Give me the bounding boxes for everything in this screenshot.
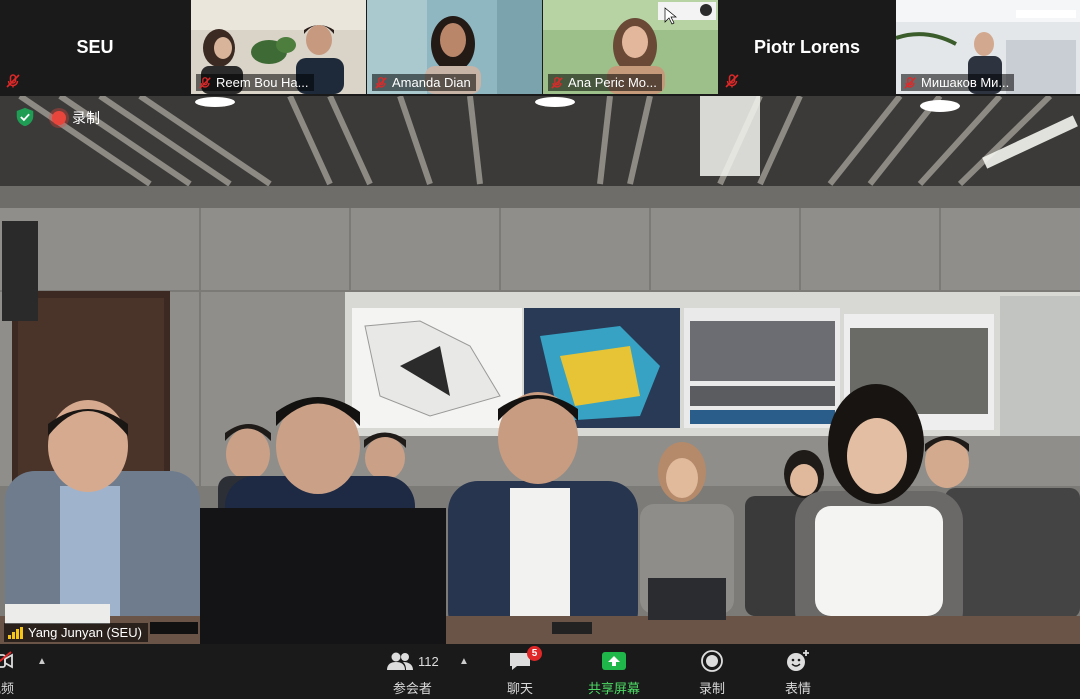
participant-name: SEU [76, 36, 114, 57]
participant-name: Piotr Lorens [753, 36, 860, 57]
record-icon [701, 650, 723, 672]
reactions-button[interactable]: 表情 [785, 648, 811, 697]
participant-name: Amanda Dian [392, 75, 471, 90]
conference-room-scene [0, 96, 1080, 644]
chat-button[interactable]: 5 聊天 [507, 646, 542, 697]
participant-tile-ana[interactable]: Ana Peric Mo... [543, 0, 718, 94]
recording-label: 录制 [72, 110, 100, 126]
signal-strength-icon [8, 626, 23, 639]
smiley-plus-icon [787, 650, 809, 671]
security-shield-icon[interactable] [14, 106, 36, 128]
participant-strip: SEU Reem Bou Ha... Amanda Dian Ana Peric… [0, 0, 1080, 96]
video-off-icon [0, 651, 13, 669]
participant-label: Мишаков Ми... [901, 74, 1015, 91]
chat-unread-badge: 5 [527, 646, 542, 661]
participants-count: 112 [418, 653, 439, 669]
participant-label: Ana Peric Mo... [548, 74, 662, 91]
participant-tile-amanda[interactable]: Amanda Dian [367, 0, 542, 94]
participant-name: Reem Bou Ha... [216, 75, 309, 90]
recording-dot-icon [52, 111, 66, 125]
participant-name: Ana Peric Mo... [568, 75, 657, 90]
mic-muted-icon [904, 76, 916, 89]
share-screen-button[interactable]: 共享屏幕 [588, 648, 640, 697]
mic-muted-icon [199, 76, 211, 89]
video-button[interactable]: 视频 [0, 648, 16, 697]
mic-muted-icon [6, 74, 20, 88]
recording-indicator: 录制 [52, 108, 100, 128]
participant-tile-seu[interactable]: SEU [0, 0, 190, 94]
active-speaker-name: Yang Junyan (SEU) [28, 625, 142, 640]
mic-muted-icon [375, 76, 387, 89]
video-options-caret-icon[interactable]: ▲ [37, 656, 47, 667]
reactions-label: 表情 [785, 681, 812, 696]
participant-tile-piotr[interactable]: Piotr Lorens [719, 0, 895, 94]
participant-tile-mishakov[interactable]: Мишаков Ми... [896, 0, 1080, 94]
mic-muted-icon [725, 74, 739, 88]
active-speaker-label: Yang Junyan (SEU) [4, 623, 148, 642]
participants-icon [387, 652, 413, 670]
chat-label: 聊天 [507, 681, 534, 696]
participant-label: Amanda Dian [372, 74, 476, 91]
mic-muted-icon [551, 76, 563, 89]
participants-label: 参会者 [392, 681, 432, 696]
share-screen-icon [602, 652, 626, 670]
record-button[interactable]: 录制 [699, 648, 725, 697]
participant-label: Reem Bou Ha... [196, 74, 314, 91]
participants-options-caret-icon[interactable]: ▲ [459, 656, 469, 667]
main-video[interactable]: 录制 Yang Junyan (SEU) [0, 96, 1080, 644]
record-label: 录制 [699, 681, 726, 696]
participant-tile-reem[interactable]: Reem Bou Ha... [191, 0, 366, 94]
meeting-toolbar: 视频 ▲ 112 参会者 ▲ 5 聊天 [0, 644, 1080, 699]
video-label: 视频 [0, 681, 14, 696]
share-screen-label: 共享屏幕 [588, 681, 641, 696]
participant-name: Мишаков Ми... [921, 75, 1010, 90]
participants-button[interactable]: 112 参会者 [386, 648, 439, 697]
